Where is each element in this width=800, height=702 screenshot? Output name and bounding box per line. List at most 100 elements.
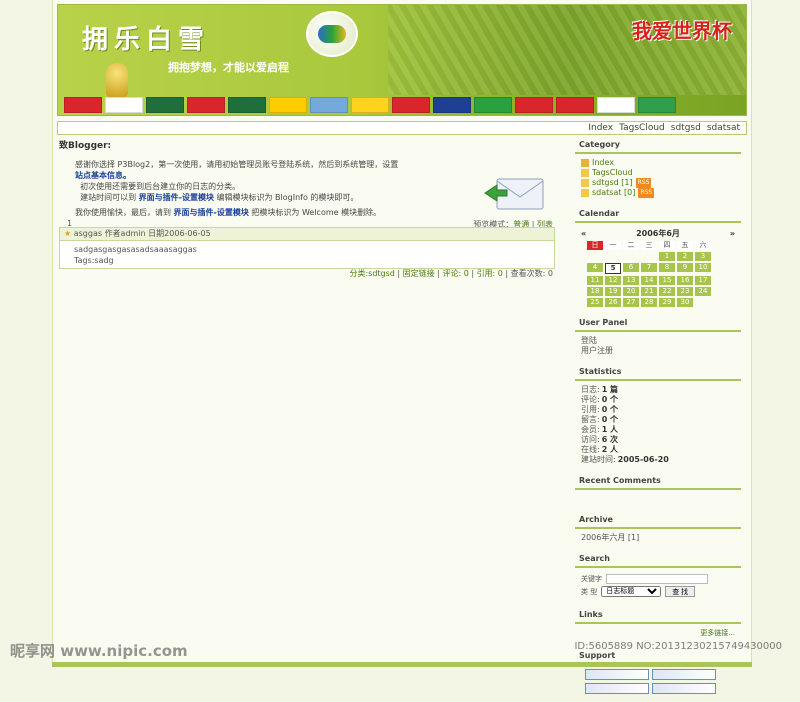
keyword-label: 关键字: [581, 575, 602, 583]
category-title: Category: [575, 137, 741, 154]
rss-icon[interactable]: RSS: [638, 188, 655, 198]
weekday-label: 二: [623, 241, 639, 250]
intro-line2: 初次使用还需要到后台建立你的日志的分类。: [80, 182, 241, 191]
permalink[interactable]: 固定链接: [403, 269, 435, 278]
calendar-day[interactable]: 5: [605, 263, 621, 274]
statistics-list: 日志: 1 篇评论: 0 个引用: 0 个留言: 0 个会员: 1 人访问: 6 次在线: 2…: [575, 381, 741, 469]
greeting-heading: 致Blogger:: [59, 141, 112, 151]
calendar-day[interactable]: 22: [659, 287, 675, 296]
calendar-day[interactable]: 2: [677, 252, 693, 261]
user-panel: User Panel 登陆 用户注册: [575, 315, 741, 360]
mail-icon: [484, 178, 544, 210]
category-label: sdtgsd [1]: [592, 178, 633, 187]
top-nav: Index TagsCloud sdtgsd sdatsat: [57, 121, 747, 135]
calendar-day[interactable]: 10: [695, 263, 711, 272]
register-link[interactable]: 用户注册: [581, 346, 735, 356]
search-title: Search: [575, 551, 741, 568]
calendar-day[interactable]: 3: [695, 252, 711, 261]
search-button[interactable]: 查 找: [665, 586, 696, 597]
weekday-label: 四: [659, 241, 675, 250]
stat-row: 留言: 0 个: [581, 415, 735, 425]
post-category-link[interactable]: 分类:sdtgsd: [349, 269, 394, 278]
calendar-day[interactable]: 7: [641, 263, 657, 272]
calendar-day[interactable]: 24: [695, 287, 711, 296]
type-label: 类 型: [581, 587, 598, 596]
module-settings-link[interactable]: 界面与插件-设置模块: [139, 193, 214, 202]
stat-label: 日志:: [581, 385, 600, 394]
category-item[interactable]: sdtgsd [1] RSS: [581, 178, 735, 188]
statistics-title: Statistics: [575, 364, 741, 381]
nav-link-3[interactable]: sdatsat: [707, 123, 740, 133]
calendar-day[interactable]: 9: [677, 263, 693, 272]
calendar-day[interactable]: 26: [605, 298, 621, 307]
post-body: sadgasgasgasasadsaaasaggas Tags:sadg: [60, 241, 554, 269]
weekday-label: 日: [587, 241, 603, 250]
calendar-day[interactable]: 20: [623, 287, 639, 296]
calendar-day[interactable]: 21: [641, 287, 657, 296]
calendar-day[interactable]: 19: [605, 287, 621, 296]
site-logo[interactable]: 拥乐白雪: [82, 19, 210, 56]
header-banner: 拥乐白雪 拥抱梦想，才能以爱启程 我爱世界杯: [57, 4, 747, 116]
calendar-day[interactable]: 11: [587, 276, 603, 285]
calendar-day[interactable]: 17: [695, 276, 711, 285]
login-link[interactable]: 登陆: [581, 336, 735, 346]
calendar-day[interactable]: 12: [605, 276, 621, 285]
category-item[interactable]: sdatsat [0] RSS: [581, 188, 735, 198]
sidebar: Category Index TagsCloud sdtgsd [1] RSS sdat…: [575, 137, 741, 702]
calendar-day[interactable]: 15: [659, 276, 675, 285]
stat-row: 日志: 1 篇: [581, 385, 735, 395]
nav-link-1[interactable]: TagsCloud: [619, 123, 665, 133]
calendar-day[interactable]: 18: [587, 287, 603, 296]
nav-link-0[interactable]: Index: [588, 123, 613, 133]
folder-icon: [581, 189, 589, 197]
calendar-day[interactable]: 6: [623, 263, 639, 272]
intro-line3-end: 编辑模块标识为 BlogInfo 的模块即可。: [216, 193, 359, 202]
calendar-day: [695, 298, 711, 307]
calendar-day[interactable]: 8: [659, 263, 675, 272]
intro-line4: 我你使用愉快，最后，请到: [75, 208, 171, 217]
rss-icon[interactable]: RSS: [635, 178, 652, 188]
category-label: Index: [592, 158, 615, 167]
worldcup-logo-icon: [306, 11, 358, 57]
badge-icon[interactable]: [652, 683, 716, 694]
calendar-day[interactable]: 23: [677, 287, 693, 296]
calendar-next-button[interactable]: »: [730, 229, 735, 239]
site-settings-link[interactable]: 站点基本信息。: [75, 171, 131, 180]
footer-bar: [52, 662, 752, 667]
calendar-prev-button[interactable]: «: [581, 229, 586, 239]
flag-icon: [474, 97, 512, 113]
calendar-day[interactable]: 4: [587, 263, 603, 272]
calendar-day[interactable]: 14: [641, 276, 657, 285]
post-tags[interactable]: Tags:sadg: [74, 255, 540, 266]
links-title: Links: [575, 607, 741, 624]
calendar-day[interactable]: 30: [677, 298, 693, 307]
badge-icon[interactable]: [585, 683, 649, 694]
post-title[interactable]: asggas: [74, 229, 102, 238]
nav-link-2[interactable]: sdtgsd: [671, 123, 701, 133]
keyword-input[interactable]: [606, 574, 708, 584]
calendar-day[interactable]: 16: [677, 276, 693, 285]
module-settings-link-2[interactable]: 界面与插件-设置模块: [174, 208, 249, 217]
calendar-day: [587, 252, 603, 261]
archive-item[interactable]: 2006年六月 [1]: [581, 533, 735, 543]
calendar-day[interactable]: 29: [659, 298, 675, 307]
calendar-day[interactable]: 25: [587, 298, 603, 307]
calendar-day[interactable]: 1: [659, 252, 675, 261]
category-item[interactable]: Index: [581, 158, 735, 168]
type-select[interactable]: 日志标题: [601, 586, 662, 597]
stat-value: 0 个: [601, 395, 619, 404]
star-icon: ★: [64, 229, 72, 238]
badge-icon[interactable]: [652, 669, 716, 680]
calendar-day[interactable]: 13: [623, 276, 639, 285]
trackbacks-link[interactable]: 引用: 0: [477, 269, 503, 278]
intro-line1: 感谢你选择 P3Blog2，第一次使用，请用初始管理员账号登陆系统，然后到系统管…: [75, 160, 399, 169]
more-links-link[interactable]: 更多链接...: [581, 628, 735, 638]
badge-icon[interactable]: [585, 669, 649, 680]
category-item[interactable]: TagsCloud: [581, 168, 735, 178]
calendar-day[interactable]: 27: [623, 298, 639, 307]
comments-link[interactable]: 评论: 0: [442, 269, 468, 278]
support-badges: [575, 665, 741, 698]
stat-label: 建站时间:: [581, 455, 616, 464]
calendar-day[interactable]: 28: [641, 298, 657, 307]
page-wrapper: 拥乐白雪 拥抱梦想，才能以爱启程 我爱世界杯 Index TagsCloud sdt…: [52, 0, 752, 694]
